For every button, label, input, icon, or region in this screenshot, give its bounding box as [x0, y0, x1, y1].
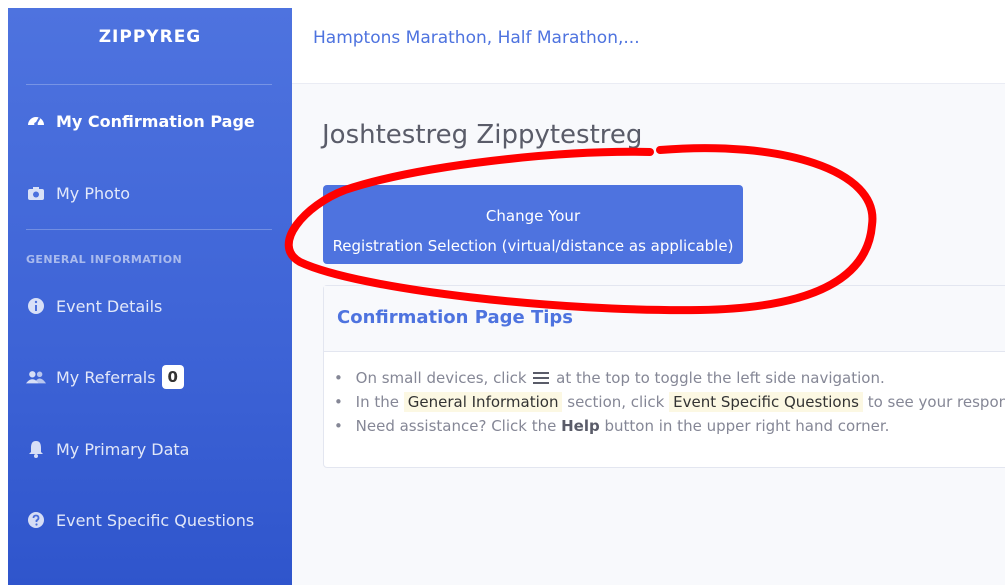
tips-list: On small devices, click at the top to to… [334, 366, 1005, 438]
change-button-line2: Registration Selection (virtual/distance… [332, 237, 734, 255]
topbar: Hamptons Marathon, Half Marathon,... [292, 0, 1005, 84]
tips-card-title: Confirmation Page Tips [337, 307, 573, 328]
tips-card: Confirmation Page Tips On small devices,… [323, 285, 1005, 468]
tip-text: Need assistance? Click the [355, 417, 557, 435]
sidebar: ZIPPYREG My Confirmation Page My Photo G… [8, 8, 292, 585]
sidebar-heading: GENERAL INFORMATION [26, 253, 183, 266]
brand-logo[interactable]: ZIPPYREG [8, 27, 292, 47]
sidebar-item-label: My Primary Data [56, 439, 190, 459]
event-title-link[interactable]: Hamptons Marathon, Half Marathon,... [313, 28, 640, 48]
tip-text: to see your responses t [867, 393, 1005, 411]
sidebar-item-primary-data[interactable]: My Primary Data [26, 435, 189, 463]
sidebar-item-label: My Referrals [56, 367, 156, 387]
camera-icon [26, 183, 46, 203]
change-button-line1: Change Your [485, 207, 581, 225]
sidebar-item-label: My Photo [56, 183, 130, 203]
tip-text: button in the upper right hand corner. [604, 417, 890, 435]
list-item: On small devices, click at the top to to… [334, 366, 1005, 390]
sidebar-item-label: My Confirmation Page [56, 111, 255, 131]
list-item: In the General Information section, clic… [334, 390, 1005, 414]
main-content: Joshtestreg Zippytestreg Change Your Reg… [292, 84, 1005, 585]
sidebar-item-event-details[interactable]: Event Details [26, 292, 162, 320]
help-keyword: Help [561, 417, 600, 435]
dashboard-icon [26, 111, 46, 131]
list-item: Need assistance? Click the Help button i… [334, 414, 1005, 438]
users-icon [26, 367, 46, 387]
sidebar-divider [26, 229, 272, 230]
sidebar-item-referrals[interactable]: My Referrals 0 [26, 363, 184, 391]
tip-text: On small devices, click [355, 369, 527, 387]
change-registration-button[interactable]: Change Your Registration Selection (virt… [323, 185, 743, 264]
sidebar-item-photo[interactable]: My Photo [26, 179, 130, 207]
highlight-event-specific-questions: Event Specific Questions [669, 392, 863, 412]
hamburger-icon [533, 367, 550, 391]
tips-card-header: Confirmation Page Tips [324, 286, 1005, 352]
sidebar-item-event-questions[interactable]: Event Specific Questions [26, 506, 254, 534]
sidebar-divider [26, 84, 272, 85]
sidebar-item-label: Event Specific Questions [56, 510, 255, 530]
tip-text: at the top to toggle the left side navig… [556, 369, 885, 387]
bell-icon [26, 439, 46, 459]
page-title: Joshtestreg Zippytestreg [322, 120, 643, 150]
question-icon [26, 510, 46, 530]
referral-count-badge: 0 [161, 365, 184, 389]
sidebar-item-confirmation[interactable]: My Confirmation Page [26, 107, 255, 135]
tip-text: section, click [567, 393, 665, 411]
app-window: ZIPPYREG My Confirmation Page My Photo G… [0, 0, 1005, 585]
info-icon [26, 296, 46, 316]
highlight-general-information: General Information [403, 392, 563, 412]
tip-text: In the [355, 393, 399, 411]
sidebar-item-label: Event Details [56, 296, 163, 316]
